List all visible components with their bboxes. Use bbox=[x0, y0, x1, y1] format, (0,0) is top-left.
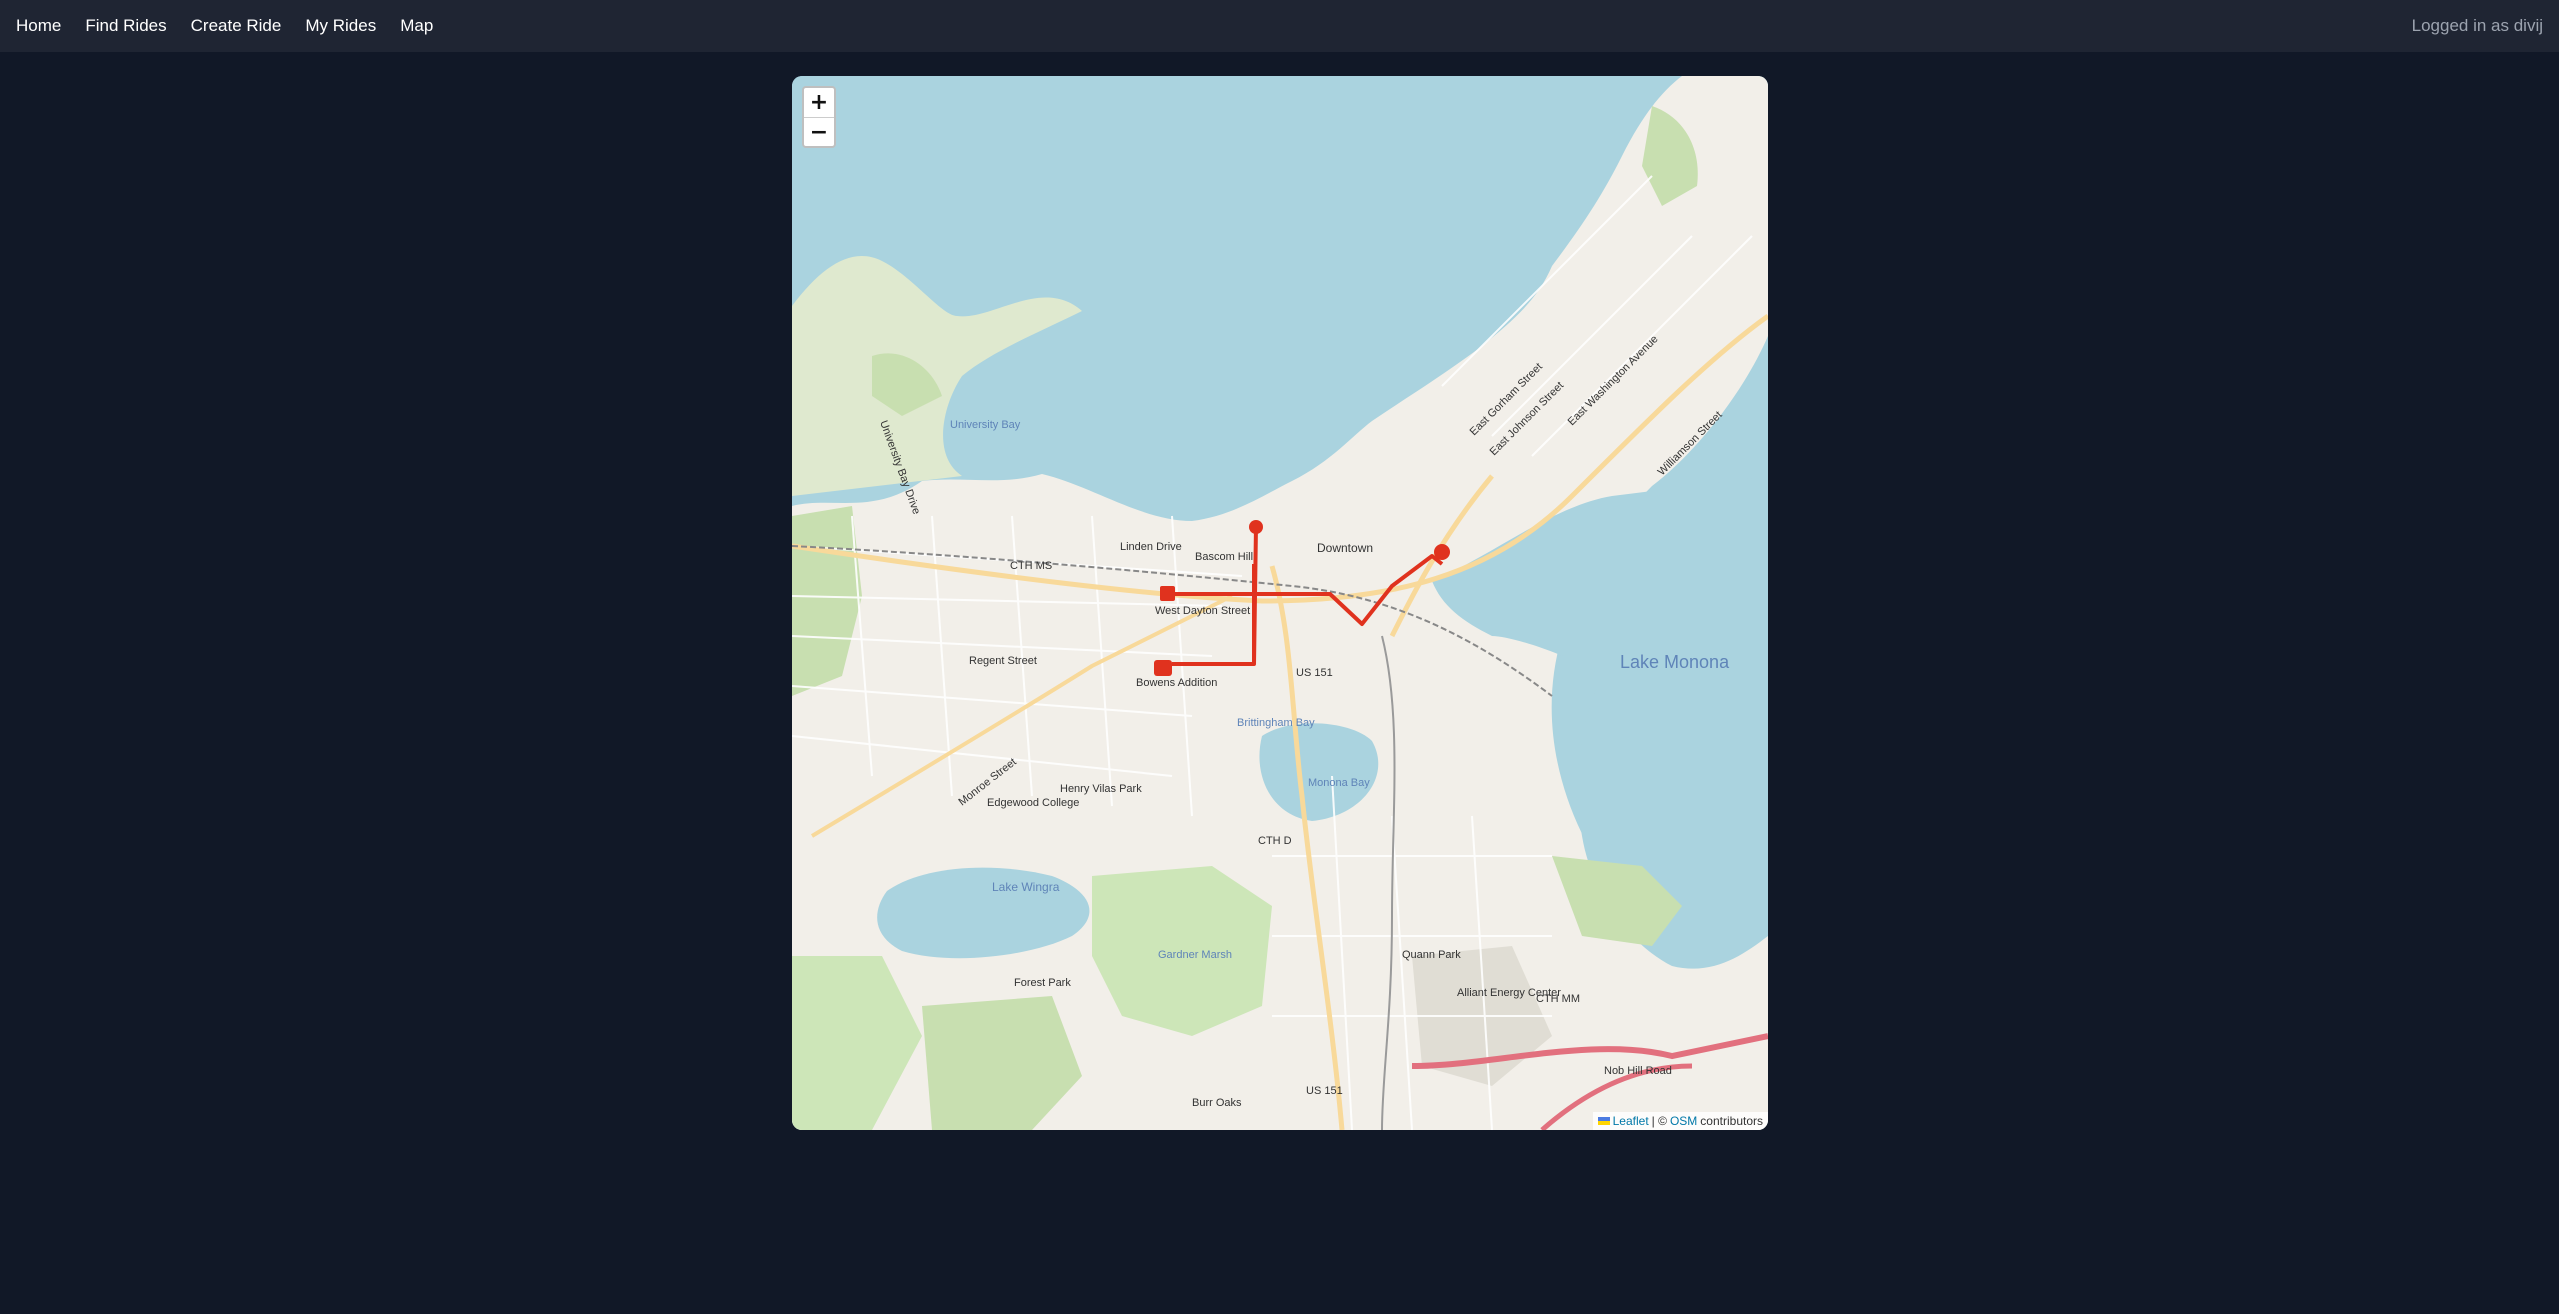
cth-d-label: CTH D bbox=[1258, 835, 1292, 847]
us151-top-label: US 151 bbox=[1296, 667, 1333, 679]
monona-bay-label: Monona Bay bbox=[1308, 777, 1370, 789]
logged-in-user-text: Logged in as divij bbox=[2411, 16, 2543, 35]
nav-find-rides-link[interactable]: Find Rides bbox=[85, 16, 166, 36]
downtown-label: Downtown bbox=[1317, 541, 1373, 555]
map-container[interactable]: Lake Monona Lake Wingra Downtown Linden … bbox=[792, 76, 1768, 1130]
zoom-in-button[interactable]: + bbox=[804, 88, 834, 117]
henry-vilas-label: Henry Vilas Park bbox=[1060, 783, 1142, 795]
osm-link[interactable]: OSM bbox=[1670, 1114, 1697, 1128]
nav-links: Home Find Rides Create Ride My Rides Map bbox=[0, 16, 457, 36]
map-attribution: Leaflet | © OSM contributors bbox=[1592, 1112, 1768, 1130]
lake-monona-label: Lake Monona bbox=[1620, 652, 1730, 672]
route-stop-marker[interactable] bbox=[1160, 586, 1175, 601]
linden-drive-label: Linden Drive bbox=[1120, 541, 1182, 553]
forest-park-label: Forest Park bbox=[1014, 977, 1071, 989]
nav-my-rides-link[interactable]: My Rides bbox=[305, 16, 376, 36]
cth-ms-label: CTH MS bbox=[1010, 560, 1052, 572]
university-bay-label: University Bay bbox=[950, 419, 1021, 431]
gardner-marsh-label: Gardner Marsh bbox=[1158, 949, 1232, 961]
attribution-contributors: contributors bbox=[1700, 1114, 1763, 1128]
nav-map-link[interactable]: Map bbox=[400, 16, 433, 36]
west-dayton-label: West Dayton Street bbox=[1155, 605, 1250, 617]
regent-street-label: Regent Street bbox=[969, 655, 1037, 667]
map-tiles[interactable]: Lake Monona Lake Wingra Downtown Linden … bbox=[792, 76, 1768, 1130]
bascom-hill-label: Bascom Hill bbox=[1195, 551, 1253, 563]
burr-oaks-label: Burr Oaks bbox=[1192, 1097, 1242, 1109]
edgewood-label: Edgewood College bbox=[987, 797, 1079, 809]
alliant-label: Alliant Energy Center bbox=[1457, 987, 1561, 999]
brittingham-bay-label: Brittingham Bay bbox=[1237, 717, 1315, 729]
nob-hill-label: Nob Hill Road bbox=[1604, 1065, 1672, 1077]
route-stop-marker[interactable] bbox=[1154, 660, 1172, 676]
zoom-control: + − bbox=[802, 86, 836, 148]
zoom-out-button[interactable]: − bbox=[804, 117, 834, 146]
quann-park-label: Quann Park bbox=[1402, 949, 1461, 961]
top-navbar: Home Find Rides Create Ride My Rides Map… bbox=[0, 0, 2559, 52]
nav-home-link[interactable]: Home bbox=[16, 16, 61, 36]
us151-bottom-label: US 151 bbox=[1306, 1085, 1343, 1097]
leaflet-link[interactable]: Leaflet bbox=[1613, 1114, 1649, 1128]
bowens-addition-label: Bowens Addition bbox=[1136, 677, 1217, 689]
attribution-separator: | © bbox=[1651, 1114, 1667, 1128]
ukraine-flag-icon bbox=[1597, 1117, 1610, 1125]
route-end-marker[interactable] bbox=[1434, 544, 1450, 560]
lake-wingra-label: Lake Wingra bbox=[992, 880, 1060, 894]
nav-create-ride-link[interactable]: Create Ride bbox=[191, 16, 282, 36]
route-start-marker[interactable] bbox=[1249, 520, 1263, 534]
